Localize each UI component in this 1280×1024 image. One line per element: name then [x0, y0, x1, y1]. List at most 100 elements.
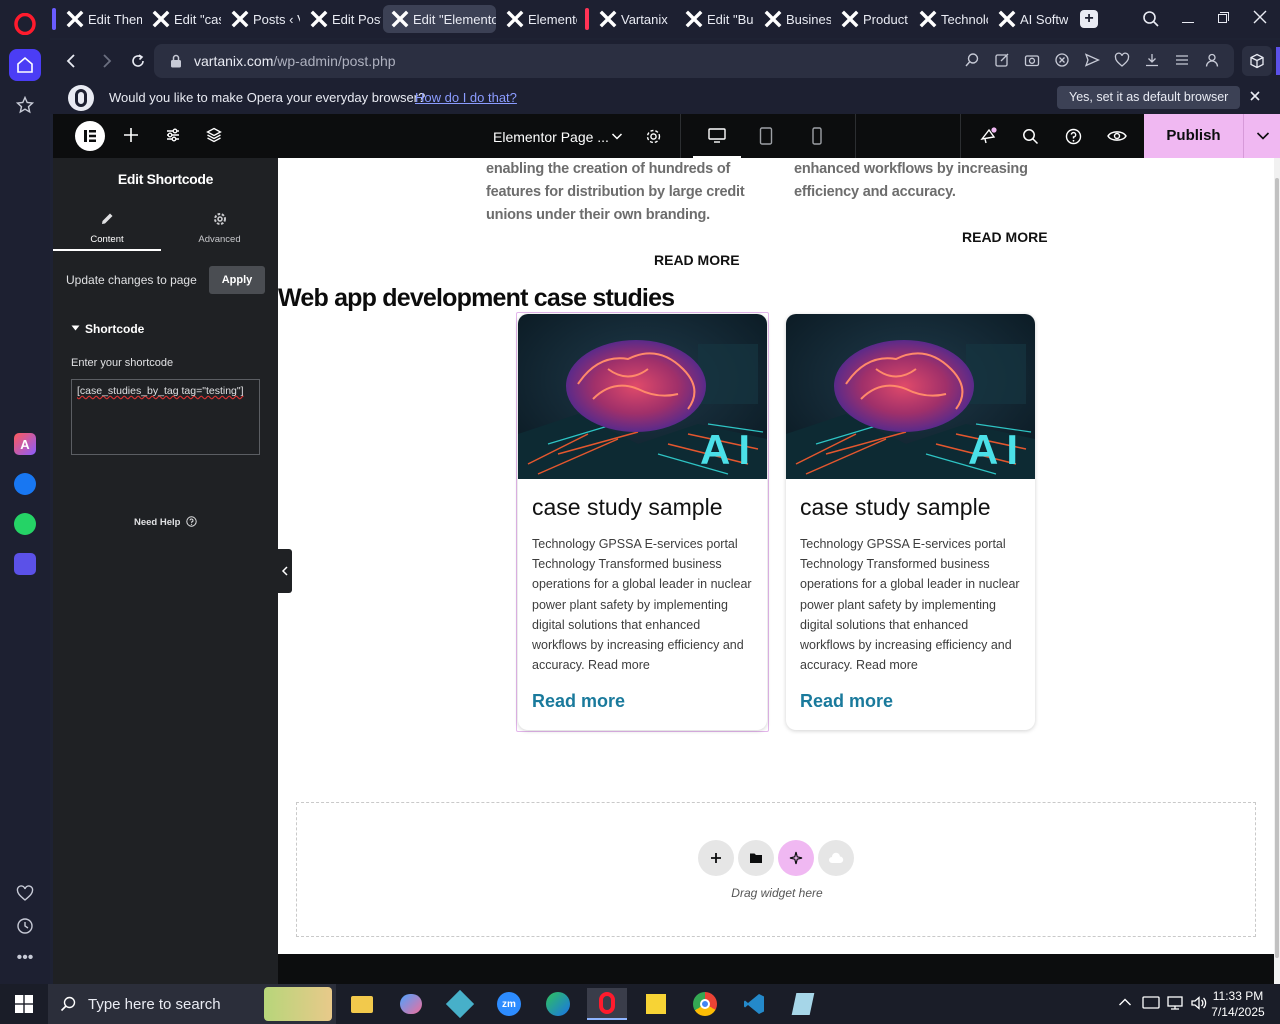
edge-browser-icon[interactable] — [538, 988, 578, 1020]
help-icon[interactable] — [1065, 128, 1082, 145]
tab-advanced[interactable]: Advanced — [161, 201, 278, 251]
heart-icon[interactable] — [9, 878, 41, 910]
case-study-card[interactable]: AI case study sample Technology GPSSA E-… — [786, 314, 1035, 730]
browser-tab[interactable]: Vartanix — [591, 5, 675, 33]
site-settings-icon[interactable] — [165, 127, 181, 143]
page-settings-gear-icon[interactable] — [645, 128, 662, 145]
forward-icon[interactable] — [100, 53, 114, 69]
edit-icon[interactable] — [994, 52, 1010, 68]
elementor-logo-icon[interactable] — [75, 121, 105, 151]
profile-icon[interactable] — [1204, 52, 1220, 68]
publish-options-button[interactable] — [1243, 114, 1280, 158]
download-icon[interactable] — [1144, 52, 1160, 68]
preview-eye-icon[interactable] — [1107, 129, 1127, 143]
clock[interactable]: 11:33 PM 7/14/2025 — [1210, 988, 1266, 1020]
card-title[interactable]: case study sample — [532, 494, 722, 521]
document-title[interactable]: Elementor Page ... — [493, 129, 609, 145]
url-bar[interactable]: vartanix.com/wp-admin/post.php — [132, 44, 1234, 78]
add-element-icon[interactable] — [123, 127, 139, 143]
extensions-icon[interactable] — [1242, 46, 1272, 76]
browser-tab[interactable]: Elemento — [498, 5, 577, 33]
taskbar-search-box[interactable]: Type here to search — [48, 984, 336, 1024]
home-icon[interactable] — [9, 49, 41, 81]
empty-section-dropzone[interactable]: Drag widget here — [296, 802, 1256, 937]
case-study-card[interactable]: AI case study sample Technology GPSSA E-… — [518, 314, 767, 730]
read-more-link-2[interactable]: READ MORE — [962, 229, 1048, 245]
banner-help-link[interactable]: How do I do that? — [415, 90, 517, 105]
chevron-down-icon[interactable] — [611, 131, 623, 141]
lock-icon[interactable] — [170, 54, 182, 68]
card-read-more-link[interactable]: Read more — [800, 691, 893, 712]
apply-button[interactable]: Apply — [209, 266, 265, 294]
app-gem-icon[interactable] — [440, 988, 480, 1020]
whatsapp-icon[interactable] — [9, 508, 41, 540]
need-help-link[interactable]: Need Help — [134, 517, 180, 528]
windows-start-icon[interactable] — [4, 988, 44, 1020]
finder-search-icon[interactable] — [1022, 128, 1039, 145]
send-icon[interactable] — [1084, 52, 1100, 68]
file-explorer-icon[interactable] — [342, 988, 382, 1020]
favorite-icon[interactable] — [1114, 52, 1130, 68]
tray-chevron-up-icon[interactable] — [1118, 997, 1132, 1007]
scrollbar[interactable] — [1274, 158, 1280, 984]
caret-down-icon[interactable] — [71, 325, 80, 331]
camera-icon[interactable] — [1024, 52, 1040, 68]
messenger-icon[interactable] — [9, 468, 41, 500]
opera-logo-icon[interactable] — [9, 8, 41, 40]
read-more-link-1[interactable]: READ MORE — [654, 252, 740, 268]
sticky-notes-icon[interactable] — [636, 988, 676, 1020]
browser-tab[interactable]: Product — [833, 5, 909, 33]
add-template-folder-icon[interactable] — [738, 840, 774, 876]
more-icon[interactable]: ••• — [9, 942, 41, 974]
browser-tab[interactable]: Edit "Elementor — [383, 5, 496, 33]
paint-app-icon[interactable] — [391, 988, 431, 1020]
help-circle-icon[interactable] — [186, 516, 197, 527]
shortcode-section-title[interactable]: Shortcode — [85, 322, 144, 336]
set-default-button[interactable]: Yes, set it as default browser — [1057, 86, 1241, 109]
browser-tab[interactable]: Edit Post — [302, 5, 381, 33]
browser-tab[interactable]: Business — [756, 5, 831, 33]
banner-close-icon[interactable] — [1250, 91, 1260, 101]
card-read-more-link[interactable]: Read more — [532, 691, 625, 712]
history-icon[interactable] — [9, 910, 41, 942]
back-icon[interactable] — [64, 53, 78, 69]
browser-tab[interactable]: AI Softwa — [990, 5, 1068, 33]
cloud-templates-icon[interactable] — [818, 840, 854, 876]
restore-button[interactable] — [1216, 10, 1232, 26]
add-section-button[interactable] — [698, 840, 734, 876]
tab-content[interactable]: Content — [53, 201, 161, 251]
minimize-button[interactable] — [1180, 10, 1196, 26]
easy-setup-icon[interactable] — [1174, 52, 1190, 68]
ai-sparkle-icon[interactable] — [778, 840, 814, 876]
tablet-view-icon[interactable] — [759, 127, 773, 145]
network-icon[interactable] — [1166, 995, 1184, 1011]
adblock-icon[interactable] — [1054, 52, 1070, 68]
browser-tab[interactable]: Posts ‹ Va — [223, 5, 300, 33]
pinboard-icon[interactable] — [9, 89, 41, 121]
tray-display-icon[interactable] — [1142, 995, 1160, 1011]
lens-icon[interactable] — [964, 52, 980, 68]
browser-tab[interactable]: Technolo — [911, 5, 988, 33]
mobile-view-icon[interactable] — [811, 127, 823, 145]
shortcode-textarea[interactable]: [case_studies_by_tag tag="testing"] — [71, 379, 260, 455]
vscode-icon[interactable] — [734, 988, 774, 1020]
notifications-icon[interactable] — [979, 127, 997, 145]
chrome-browser-icon[interactable] — [685, 988, 725, 1020]
desktop-view-icon[interactable] — [693, 114, 741, 158]
browser-tab[interactable]: Edit "case — [144, 5, 221, 33]
collapse-panel-handle[interactable] — [278, 549, 292, 593]
reload-icon[interactable] — [130, 53, 146, 69]
zoom-app-icon[interactable]: zm — [489, 988, 529, 1020]
search-tabs-icon[interactable] — [1142, 10, 1160, 28]
opera-taskbar-icon[interactable] — [587, 988, 627, 1020]
aria-icon[interactable]: A — [9, 428, 41, 460]
volume-icon[interactable] — [1190, 995, 1208, 1011]
close-window-button[interactable] — [1252, 9, 1268, 25]
browser-tab[interactable]: Edit Them — [58, 5, 142, 33]
card-title[interactable]: case study sample — [800, 494, 990, 521]
structure-layers-icon[interactable] — [206, 127, 222, 143]
notepad-app-icon[interactable] — [783, 988, 823, 1020]
browser-tab[interactable]: Edit "Busi — [677, 5, 754, 33]
publish-button[interactable]: Publish — [1144, 114, 1243, 158]
music-player-icon[interactable] — [9, 548, 41, 580]
